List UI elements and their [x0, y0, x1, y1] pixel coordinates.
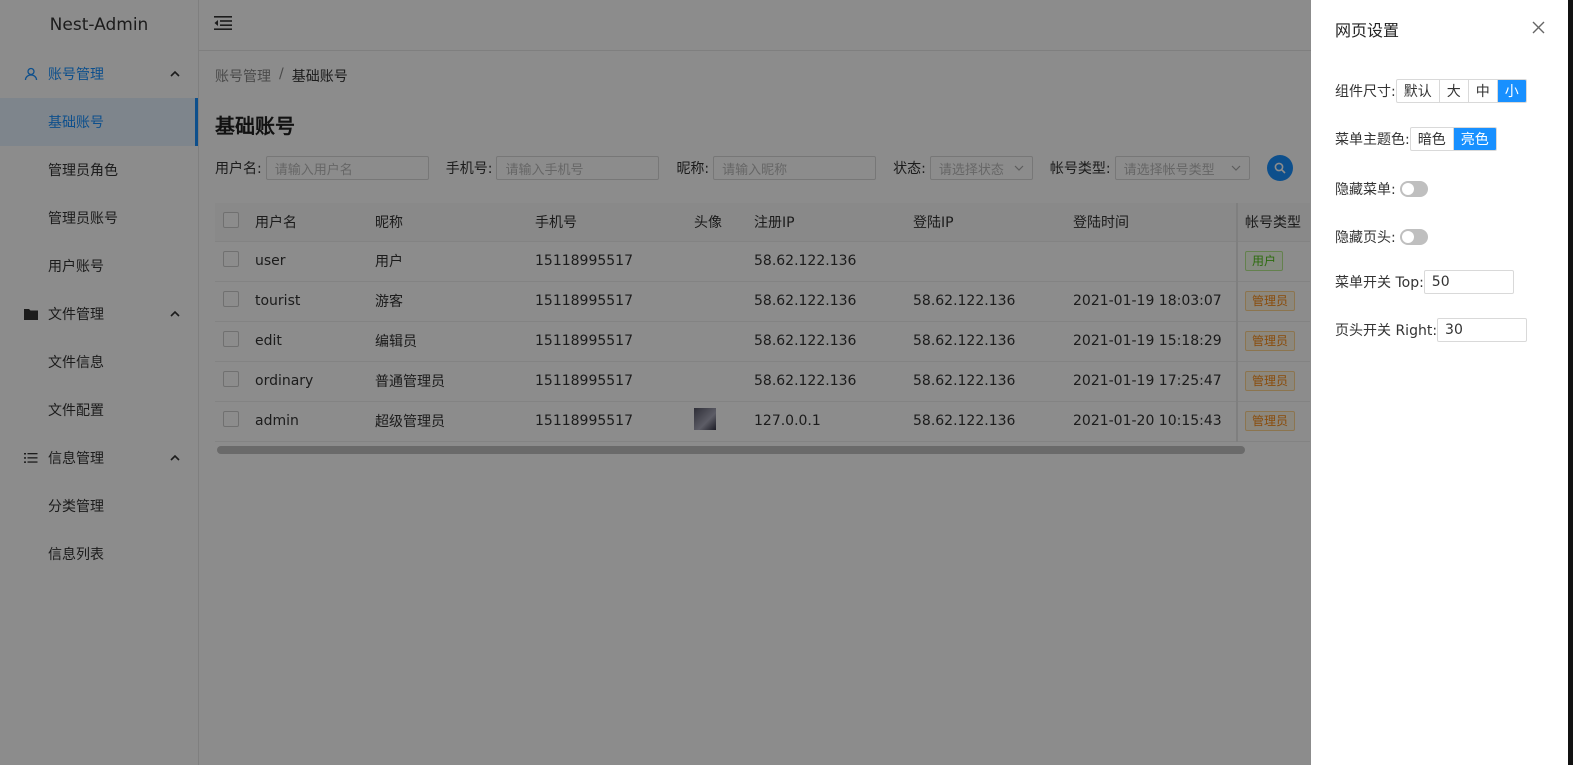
size-option-large[interactable]: 大 [1438, 80, 1468, 102]
size-option-medium[interactable]: 中 [1467, 80, 1497, 102]
theme-option-light[interactable]: 亮色 [1452, 128, 1496, 150]
size-option-small[interactable]: 小 [1496, 80, 1526, 102]
hide-header-toggle[interactable] [1399, 229, 1428, 245]
component-size-row: 组件尺寸: 默认 大 中 小 [1335, 79, 1527, 103]
header-toggle-right-label: 页头开关 Right: [1335, 323, 1438, 339]
size-option-default[interactable]: 默认 [1397, 80, 1439, 102]
hide-header-label: 隐藏页头: [1335, 230, 1396, 246]
header-toggle-right-row: 页头开关 Right: 30 [1335, 318, 1528, 342]
hide-menu-row: 隐藏菜单: [1335, 179, 1428, 199]
menu-toggle-top-label: 菜单开关 Top: [1335, 275, 1424, 291]
component-size-label: 组件尺寸: [1335, 84, 1396, 100]
menu-theme-segmented: 暗色 亮色 [1409, 127, 1497, 151]
theme-option-dark[interactable]: 暗色 [1411, 128, 1453, 150]
window-edge [1568, 0, 1573, 765]
menu-toggle-top-input[interactable]: 50 [1423, 270, 1514, 294]
hide-menu-label: 隐藏菜单: [1335, 182, 1396, 198]
hide-menu-toggle[interactable] [1399, 181, 1428, 197]
hide-header-row: 隐藏页头: [1335, 227, 1428, 247]
menu-theme-row: 菜单主题色: 暗色 亮色 [1335, 127, 1497, 151]
drawer-title: 网页设置 [1335, 21, 1400, 40]
header-toggle-right-input[interactable]: 30 [1437, 318, 1528, 342]
settings-drawer: 网页设置 组件尺寸: 默认 大 中 小 菜单主题色: 暗色 亮色 隐藏菜单: 隐… [1311, 0, 1568, 765]
menu-theme-label: 菜单主题色: [1335, 132, 1410, 148]
component-size-segmented: 默认 大 中 小 [1395, 79, 1527, 103]
close-icon[interactable] [1530, 19, 1546, 35]
menu-toggle-top-row: 菜单开关 Top: 50 [1335, 270, 1514, 294]
